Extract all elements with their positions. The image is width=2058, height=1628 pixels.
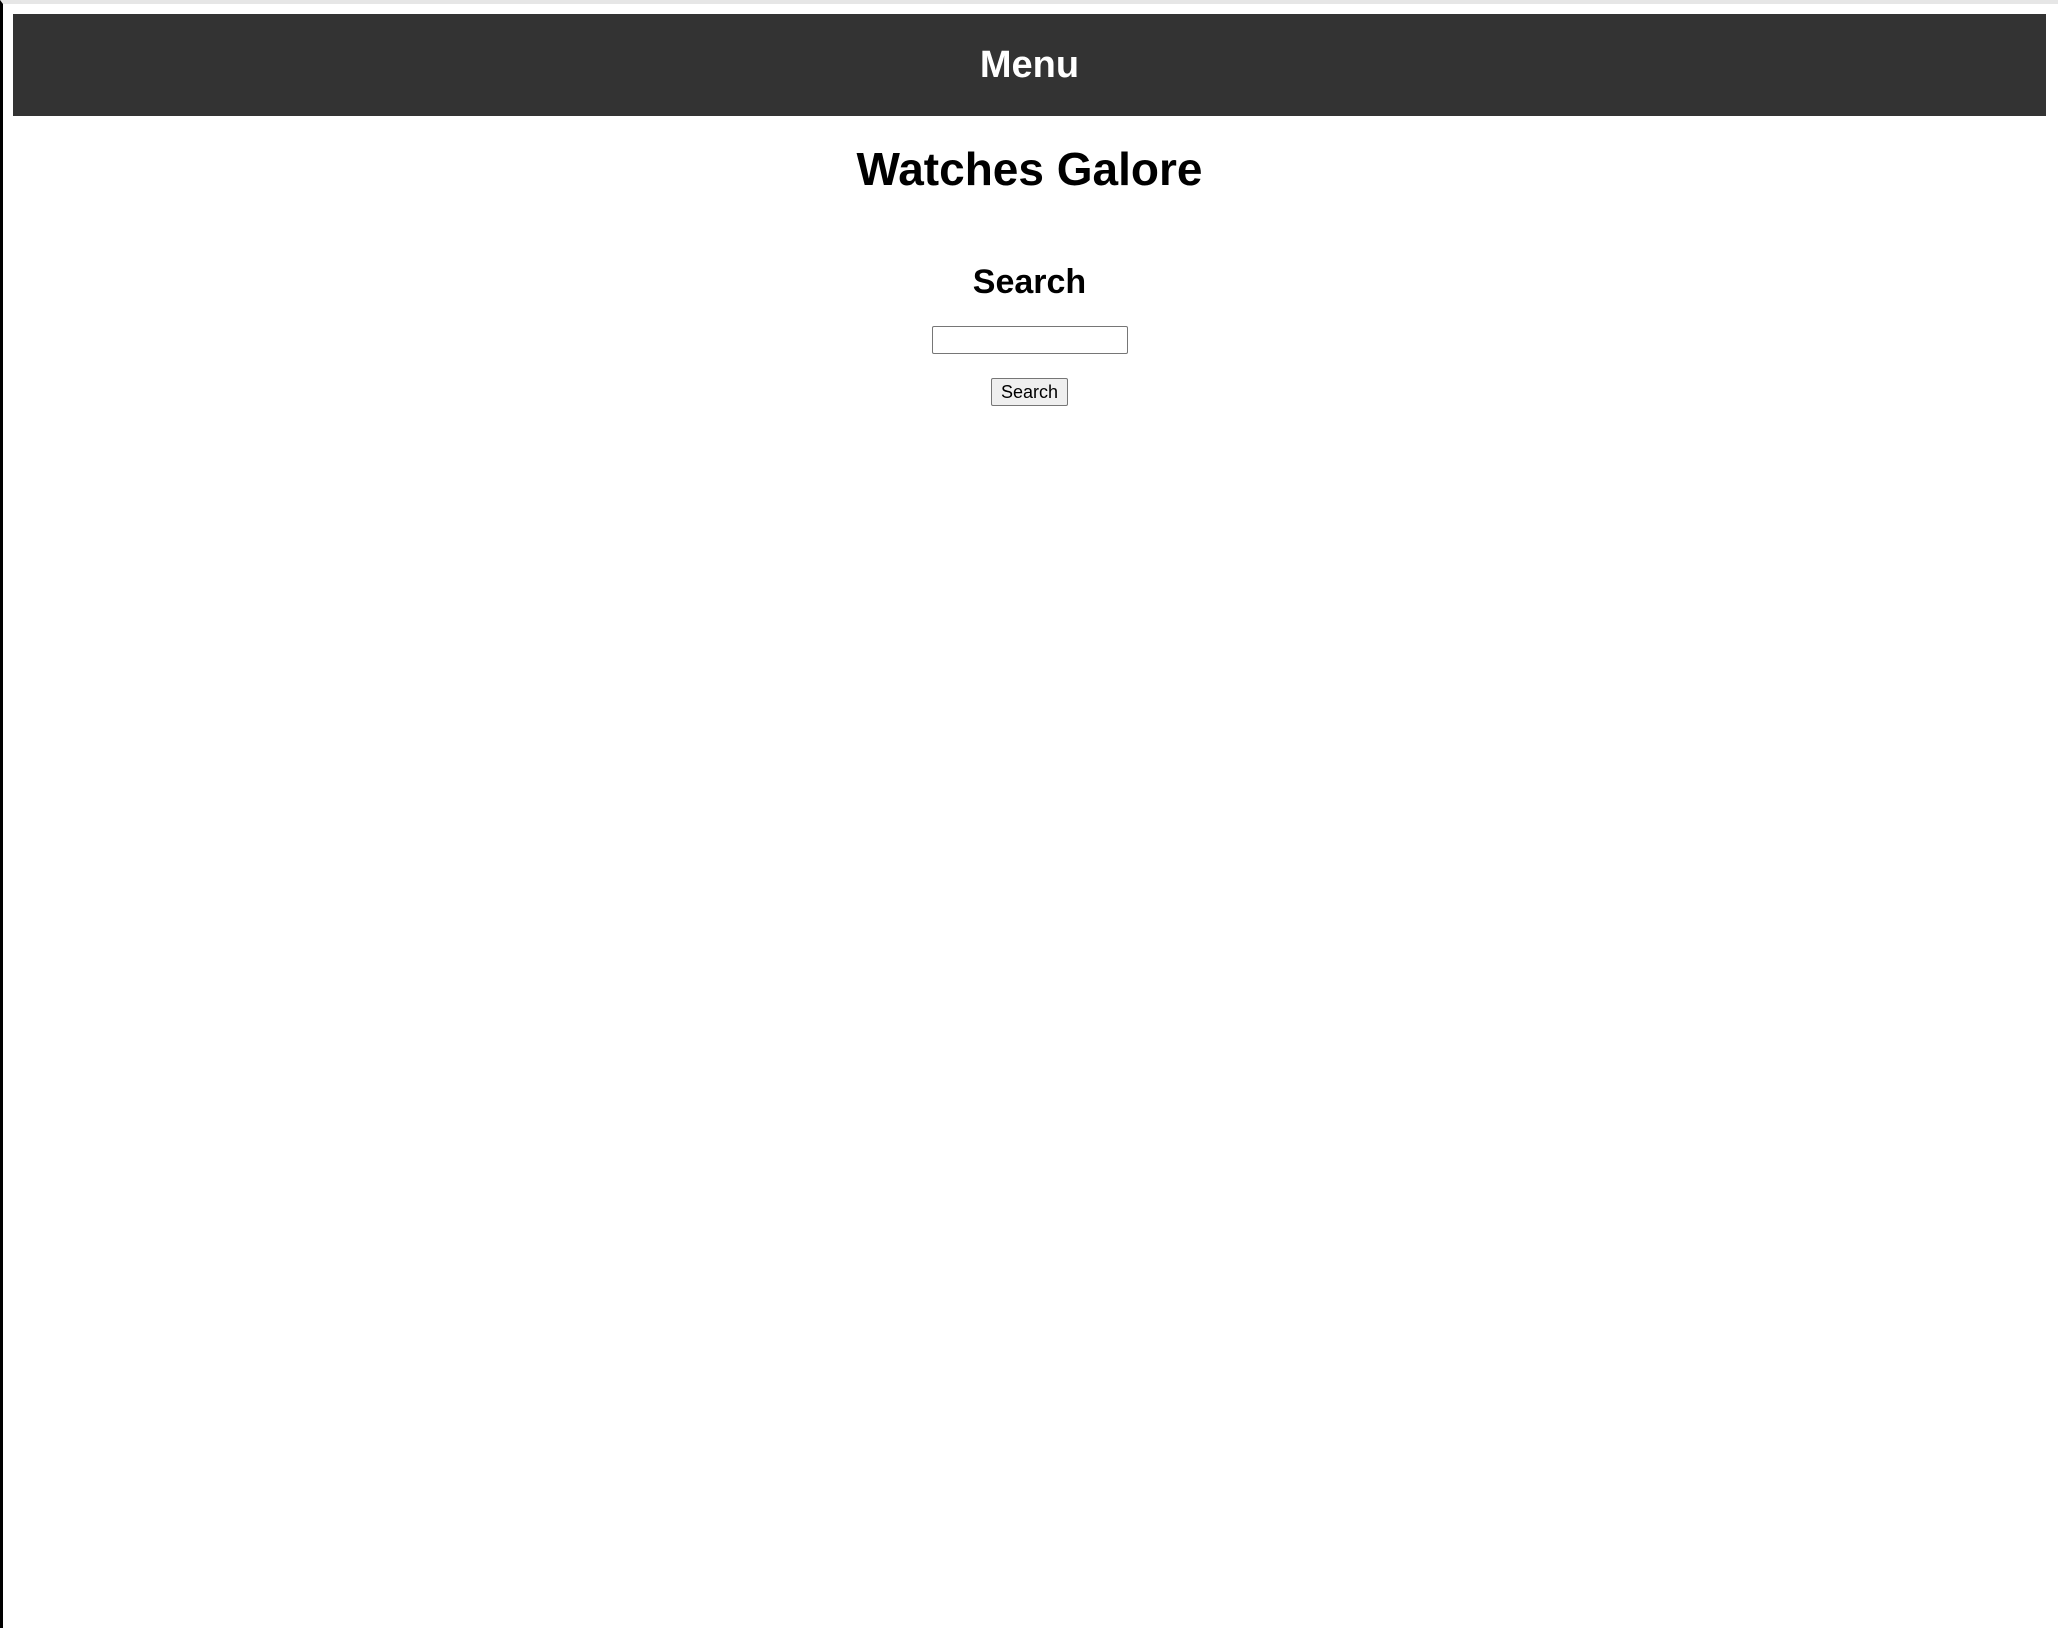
menu-bar[interactable]: Menu [13, 14, 2046, 116]
search-section: Search Search [13, 265, 2046, 406]
main-content: Watches Galore Search Search [13, 116, 2046, 406]
search-input[interactable] [931, 326, 1128, 354]
search-button[interactable]: Search [990, 378, 1069, 406]
search-heading: Search [972, 263, 1087, 301]
menu-title[interactable]: Menu [980, 46, 1079, 84]
site-title: Watches Galore [856, 143, 1203, 195]
